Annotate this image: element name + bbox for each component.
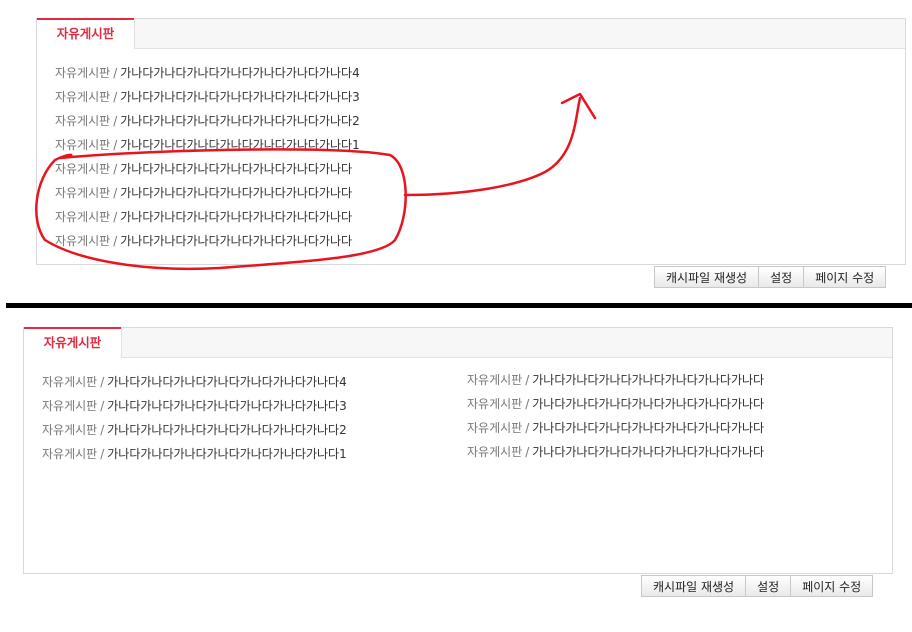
board-widget-top: 자유게시판 자유게시판 / 가나다가나다가나다가나다가나다가나다가나다4 자유게시판… <box>36 18 906 265</box>
separator: / <box>100 423 105 437</box>
separator: / <box>525 445 530 459</box>
post-title[interactable]: 가나다가나다가나다가나다가나다가나다가나다2 <box>107 423 346 437</box>
post-title[interactable]: 가나다가나다가나다가나다가나다가나다가나다1 <box>120 138 359 152</box>
separator: / <box>113 90 118 104</box>
post-list: 자유게시판 / 가나다가나다가나다가나다가나다가나다가나다4 자유게시판 / 가나다가나… <box>55 61 360 253</box>
list-item[interactable]: 자유게시판 / 가나다가나다가나다가나다가나다가나다가나다 <box>467 392 764 416</box>
separator: / <box>113 114 118 128</box>
regen-cache-button[interactable]: 캐시파일 재생성 <box>654 266 760 288</box>
post-category: 자유게시판 <box>55 114 111 128</box>
list-item[interactable]: 자유게시판 / 가나다가나다가나다가나다가나다가나다가나다1 <box>55 133 360 157</box>
separator: / <box>100 375 105 389</box>
list-item[interactable]: 자유게시판 / 가나다가나다가나다가나다가나다가나다가나다 <box>55 229 360 253</box>
post-category: 자유게시판 <box>42 375 98 389</box>
regen-cache-button[interactable]: 캐시파일 재생성 <box>641 575 747 597</box>
edit-page-button[interactable]: 페이지 수정 <box>803 266 887 288</box>
separator: / <box>525 421 530 435</box>
post-title[interactable]: 가나다가나다가나다가나다가나다가나다가나다 <box>532 397 764 411</box>
post-title[interactable]: 가나다가나다가나다가나다가나다가나다가나다 <box>532 445 764 459</box>
board-widget-bottom: 자유게시판 자유게시판 / 가나다가나다가나다가나다가나다가나다가나다4 자유게시판… <box>23 327 893 574</box>
separator: / <box>113 66 118 80</box>
post-title[interactable]: 가나다가나다가나다가나다가나다가나다가나다3 <box>120 90 359 104</box>
settings-button[interactable]: 설정 <box>758 266 805 288</box>
post-category: 자유게시판 <box>55 186 111 200</box>
post-category: 자유게시판 <box>42 447 98 461</box>
post-title[interactable]: 가나다가나다가나다가나다가나다가나다가나다 <box>120 162 352 176</box>
post-category: 자유게시판 <box>467 421 523 435</box>
list-item[interactable]: 자유게시판 / 가나다가나다가나다가나다가나다가나다가나다 <box>467 368 764 392</box>
divider-line <box>6 303 912 308</box>
separator: / <box>113 186 118 200</box>
post-title[interactable]: 가나다가나다가나다가나다가나다가나다가나다1 <box>107 447 346 461</box>
list-item[interactable]: 자유게시판 / 가나다가나다가나다가나다가나다가나다가나다4 <box>42 370 347 394</box>
tab-free-board[interactable]: 자유게시판 <box>24 327 122 358</box>
top-button-group: 캐시파일 재생성 설정 페이지 수정 <box>654 266 887 288</box>
post-category: 자유게시판 <box>55 234 111 248</box>
separator: / <box>525 373 530 387</box>
separator: / <box>113 138 118 152</box>
separator: / <box>525 397 530 411</box>
tab-free-board[interactable]: 자유게시판 <box>37 18 135 49</box>
post-title[interactable]: 가나다가나다가나다가나다가나다가나다가나다4 <box>107 375 346 389</box>
post-title[interactable]: 가나다가나다가나다가나다가나다가나다가나다 <box>120 234 352 248</box>
post-category: 자유게시판 <box>55 66 111 80</box>
list-item[interactable]: 자유게시판 / 가나다가나다가나다가나다가나다가나다가나다4 <box>55 61 360 85</box>
separator: / <box>113 234 118 248</box>
bottom-button-group: 캐시파일 재생성 설정 페이지 수정 <box>641 575 874 597</box>
post-list-left: 자유게시판 / 가나다가나다가나다가나다가나다가나다가나다4 자유게시판 / 가나다가나… <box>42 370 347 466</box>
list-item[interactable]: 자유게시판 / 가나다가나다가나다가나다가나다가나다가나다1 <box>42 442 347 466</box>
separator: / <box>100 399 105 413</box>
post-title[interactable]: 가나다가나다가나다가나다가나다가나다가나다 <box>120 210 352 224</box>
list-item[interactable]: 자유게시판 / 가나다가나다가나다가나다가나다가나다가나다2 <box>55 109 360 133</box>
list-item[interactable]: 자유게시판 / 가나다가나다가나다가나다가나다가나다가나다2 <box>42 418 347 442</box>
post-category: 자유게시판 <box>467 373 523 387</box>
list-item[interactable]: 자유게시판 / 가나다가나다가나다가나다가나다가나다가나다 <box>467 416 764 440</box>
post-category: 자유게시판 <box>55 210 111 224</box>
tab-bar: 자유게시판 <box>37 18 905 49</box>
separator: / <box>113 210 118 224</box>
post-category: 자유게시판 <box>55 138 111 152</box>
tab-bar: 자유게시판 <box>24 327 892 358</box>
post-title[interactable]: 가나다가나다가나다가나다가나다가나다가나다 <box>532 373 764 387</box>
post-title[interactable]: 가나다가나다가나다가나다가나다가나다가나다3 <box>107 399 346 413</box>
post-category: 자유게시판 <box>467 397 523 411</box>
post-title[interactable]: 가나다가나다가나다가나다가나다가나다가나다2 <box>120 114 359 128</box>
edit-page-button[interactable]: 페이지 수정 <box>790 575 874 597</box>
post-title[interactable]: 가나다가나다가나다가나다가나다가나다가나다 <box>120 186 352 200</box>
post-title[interactable]: 가나다가나다가나다가나다가나다가나다가나다 <box>532 421 764 435</box>
list-item[interactable]: 자유게시판 / 가나다가나다가나다가나다가나다가나다가나다 <box>467 440 764 464</box>
settings-button[interactable]: 설정 <box>745 575 792 597</box>
post-list-right: 자유게시판 / 가나다가나다가나다가나다가나다가나다가나다 자유게시판 / 가나다가나다… <box>467 368 764 464</box>
post-category: 자유게시판 <box>467 445 523 459</box>
list-item[interactable]: 자유게시판 / 가나다가나다가나다가나다가나다가나다가나다 <box>55 181 360 205</box>
list-item[interactable]: 자유게시판 / 가나다가나다가나다가나다가나다가나다가나다 <box>55 205 360 229</box>
separator: / <box>113 162 118 176</box>
separator: / <box>100 447 105 461</box>
list-item[interactable]: 자유게시판 / 가나다가나다가나다가나다가나다가나다가나다 <box>55 157 360 181</box>
post-title[interactable]: 가나다가나다가나다가나다가나다가나다가나다4 <box>120 66 359 80</box>
list-item[interactable]: 자유게시판 / 가나다가나다가나다가나다가나다가나다가나다3 <box>55 85 360 109</box>
post-category: 자유게시판 <box>42 423 98 437</box>
post-category: 자유게시판 <box>42 399 98 413</box>
post-category: 자유게시판 <box>55 90 111 104</box>
post-category: 자유게시판 <box>55 162 111 176</box>
list-item[interactable]: 자유게시판 / 가나다가나다가나다가나다가나다가나다가나다3 <box>42 394 347 418</box>
